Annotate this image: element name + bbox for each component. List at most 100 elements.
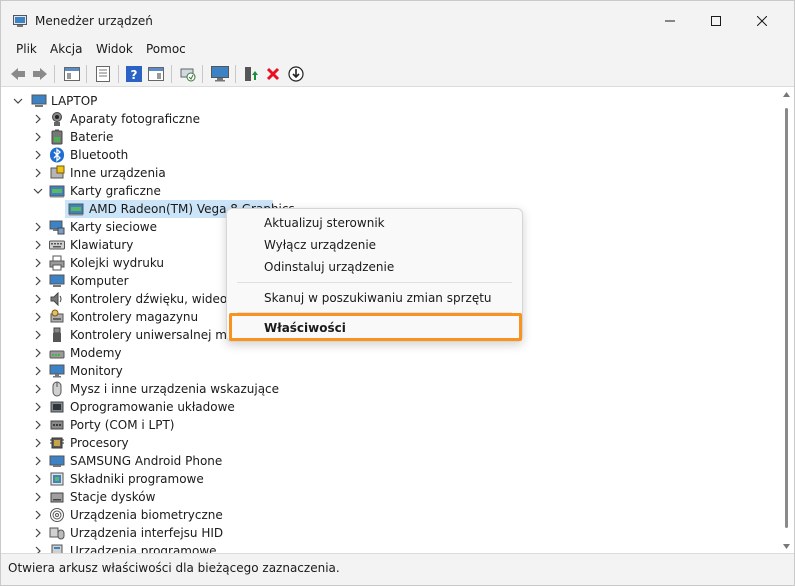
tree-category-row[interactable]: Bluetooth	[1, 146, 771, 164]
minimize-button[interactable]	[647, 1, 693, 41]
chevron-right-icon[interactable]	[33, 510, 43, 520]
help-button[interactable]: ?	[125, 65, 143, 83]
toolbar-separator	[202, 65, 203, 83]
battery-icon	[51, 129, 63, 145]
monitor-button[interactable]	[211, 65, 229, 83]
chevron-right-icon[interactable]	[33, 276, 43, 286]
chevron-right-icon[interactable]	[33, 492, 43, 502]
hid-icon	[49, 527, 65, 540]
update-driver-button[interactable]	[242, 65, 260, 83]
tree-category-row[interactable]: Baterie	[1, 128, 771, 146]
chevron-right-icon[interactable]	[33, 150, 43, 160]
vertical-scrollbar[interactable]	[779, 88, 794, 553]
tree-category-row[interactable]: Monitory	[1, 362, 771, 380]
chevron-down-icon[interactable]	[33, 186, 43, 196]
tree-category-row[interactable]: Stacje dysków	[1, 488, 771, 506]
chevron-right-icon[interactable]	[33, 168, 43, 178]
chevron-right-icon[interactable]	[33, 384, 43, 394]
tree-category-row[interactable]: Urządzenia interfejsu HID	[1, 524, 771, 542]
tree-category-row[interactable]: Inne urządzenia	[1, 164, 771, 182]
toolbar-separator	[54, 65, 55, 83]
tree-root-label: LAPTOP	[51, 94, 98, 108]
properties-button[interactable]	[94, 65, 112, 83]
display-adapter-icon	[68, 203, 84, 216]
display-adapter-icon	[49, 185, 65, 198]
tree-category-row[interactable]: Karty graficzne	[1, 182, 771, 200]
computer-icon	[31, 94, 47, 107]
back-arrow-icon	[11, 68, 25, 80]
menu-item-uninstall-device[interactable]: Odinstaluj urządzenie	[227, 256, 522, 278]
toolbar-separator	[235, 65, 236, 83]
tree-category-row[interactable]: Składniki programowe	[1, 470, 771, 488]
menu-item-disable-device[interactable]: Wyłącz urządzenie	[227, 234, 522, 256]
chevron-right-icon[interactable]	[33, 330, 43, 340]
chevron-right-icon[interactable]	[33, 528, 43, 538]
update-driver-icon	[245, 67, 258, 81]
scroll-up-arrow-icon[interactable]	[783, 92, 790, 97]
tree-category-row[interactable]: Porty (COM i LPT)	[1, 416, 771, 434]
scroll-down-arrow-icon[interactable]	[783, 544, 790, 549]
menu-widok[interactable]: Widok	[94, 42, 135, 56]
mouse-icon	[52, 381, 62, 397]
chevron-right-icon[interactable]	[33, 546, 43, 553]
window-title: Menedżer urządzeń	[35, 14, 153, 28]
tree-root-row[interactable]: LAPTOP	[1, 92, 771, 110]
menu-item-scan-hardware[interactable]: Skanuj w poszukiwaniu zmian sprzętu	[227, 287, 522, 309]
tree-category-row[interactable]: Oprogramowanie układowe	[1, 398, 771, 416]
tree-category-row[interactable]: Aparaty fotograficzne	[1, 110, 771, 128]
maximize-icon	[711, 16, 721, 26]
network-icon	[49, 220, 65, 235]
chevron-right-icon[interactable]	[33, 456, 43, 466]
monitor-icon	[49, 364, 65, 378]
tree-category-row[interactable]: Mysz i inne urządzenia wskazujące	[1, 380, 771, 398]
menu-item-update-driver[interactable]: Aktualizuj sterownik	[227, 212, 522, 234]
maximize-button[interactable]	[693, 1, 739, 41]
scan-hardware-button[interactable]	[179, 65, 197, 83]
chevron-right-icon[interactable]	[33, 474, 43, 484]
back-button[interactable]	[9, 65, 27, 83]
chevron-right-icon[interactable]	[33, 366, 43, 376]
tree-category-row[interactable]: Modemy	[1, 344, 771, 362]
toolbar-separator	[171, 65, 172, 83]
chevron-right-icon[interactable]	[33, 312, 43, 322]
software-device-icon	[51, 544, 63, 553]
chevron-right-icon[interactable]	[33, 294, 43, 304]
chevron-right-icon[interactable]	[33, 438, 43, 448]
tree-category-label: Aparaty fotograficzne	[70, 112, 201, 126]
tree-category-row[interactable]: SAMSUNG Android Phone	[1, 452, 771, 470]
keyboard-icon	[49, 240, 65, 250]
status-bar: Otwiera arkusz właściwości dla bieżącego…	[1, 553, 794, 585]
tree-category-label: Oprogramowanie układowe	[70, 400, 235, 414]
tree-category-label: Bluetooth	[70, 148, 129, 162]
close-button[interactable]	[739, 1, 785, 41]
toolbar-separator	[86, 65, 87, 83]
chevron-right-icon[interactable]	[33, 420, 43, 430]
chevron-down-icon[interactable]	[13, 96, 23, 106]
chevron-right-icon[interactable]	[33, 222, 43, 232]
properties-icon	[96, 66, 110, 82]
menu-akcja[interactable]: Akcja	[48, 42, 84, 56]
console-tree-button[interactable]	[63, 65, 81, 83]
chevron-right-icon[interactable]	[33, 258, 43, 268]
status-text: Otwiera arkusz właściwości dla bieżącego…	[8, 561, 340, 575]
scan-hardware-icon	[180, 68, 196, 82]
remove-device-button[interactable]	[264, 65, 282, 83]
menu-plik[interactable]: Plik	[14, 42, 39, 56]
disable-device-button[interactable]	[287, 65, 305, 83]
tree-category-row[interactable]: Urządzenia biometryczne	[1, 506, 771, 524]
tree-category-label: Monitory	[70, 364, 123, 378]
scrollbar-thumb[interactable]	[785, 108, 788, 528]
chevron-right-icon[interactable]	[33, 240, 43, 250]
chevron-right-icon[interactable]	[33, 132, 43, 142]
chevron-right-icon[interactable]	[33, 348, 43, 358]
processor-icon	[50, 437, 64, 449]
chevron-right-icon[interactable]	[33, 402, 43, 412]
tree-category-row[interactable]: Procesory	[1, 434, 771, 452]
menu-pomoc[interactable]: Pomoc	[144, 42, 188, 56]
monitor-icon	[211, 66, 229, 82]
forward-button[interactable]	[31, 65, 49, 83]
toolbar: ?	[1, 61, 794, 87]
chevron-right-icon[interactable]	[33, 114, 43, 124]
action-pane-button[interactable]	[147, 65, 165, 83]
tree-category-row[interactable]: Urządzenia programowe	[1, 542, 771, 553]
